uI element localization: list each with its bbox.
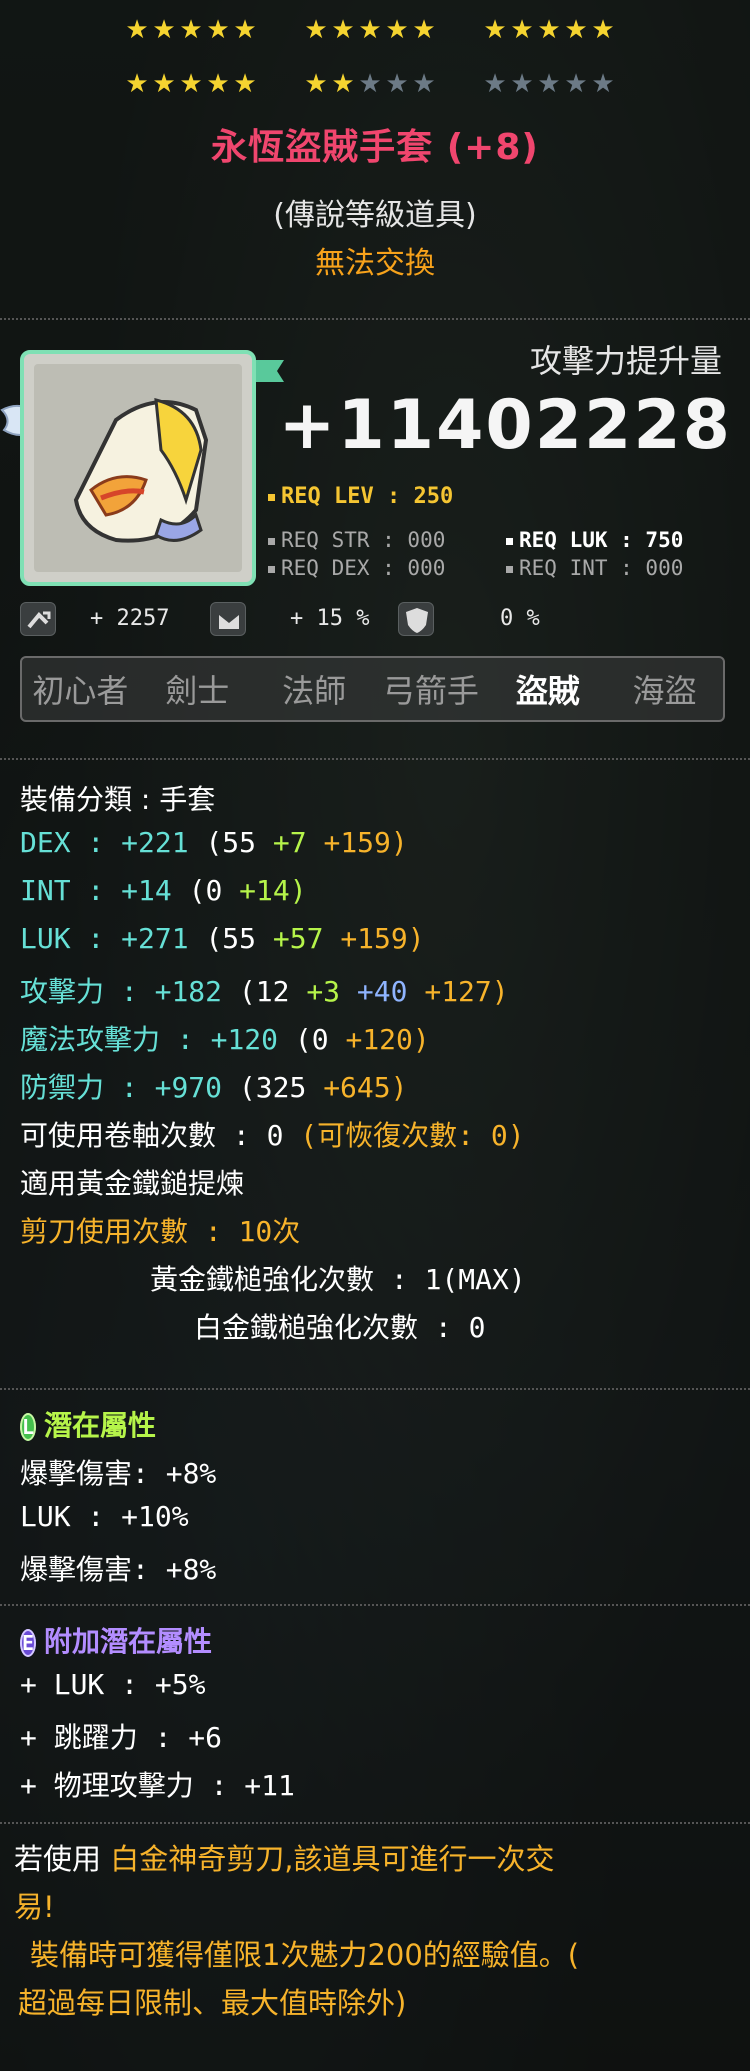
stat-magic-attack: 魔法攻擊力 : +120 (0 +120) bbox=[20, 1023, 430, 1056]
req-str: REQ STR : 000 bbox=[268, 528, 445, 552]
divider bbox=[0, 318, 750, 320]
star-empty-icon: ★ bbox=[510, 69, 534, 99]
additional-potential-header: E 附加潛在屬性 bbox=[20, 1625, 213, 1658]
potential-line: 爆擊傷害: +8% bbox=[20, 1457, 217, 1490]
divider bbox=[0, 1822, 750, 1824]
shield-icon bbox=[398, 602, 434, 636]
star-force-row: ★ ★ ★ ★ ★ ★ ★ ★ ★ ★ ★ ★ ★ ★ ★ bbox=[125, 15, 615, 45]
star-filled-icon: ★ bbox=[179, 15, 203, 45]
stat-attack: 攻擊力 : +182 (12 +3 +40 +127) bbox=[20, 975, 509, 1008]
star-filled-icon: ★ bbox=[331, 15, 355, 45]
star-filled-icon: ★ bbox=[233, 15, 257, 45]
star-empty-icon: ★ bbox=[412, 69, 436, 99]
additional-potential-line: + 物理攻擊力 : +11 bbox=[20, 1769, 295, 1802]
star-force-row: ★ ★ ★ ★ ★ ★ ★ ★ ★ ★ ★ ★ ★ ★ ★ bbox=[125, 69, 615, 99]
star-empty-icon: ★ bbox=[358, 69, 382, 99]
additional-potential-line: + 跳躍力 : +6 bbox=[20, 1721, 223, 1754]
star-filled-icon: ★ bbox=[537, 15, 561, 45]
star-filled-icon: ★ bbox=[125, 69, 149, 99]
platinum-hammer-count: 白金鐵槌強化次數 : 0 bbox=[194, 1311, 486, 1344]
job-5: 海盜 bbox=[632, 672, 697, 710]
star-empty-icon: ★ bbox=[591, 69, 615, 99]
star-filled-icon: ★ bbox=[385, 15, 409, 45]
star-group: ★ ★ ★ ★ ★ bbox=[304, 69, 436, 99]
job-0: 初心者 bbox=[32, 672, 129, 710]
divider bbox=[0, 758, 750, 760]
upgrade-icon bbox=[210, 602, 246, 636]
legendary-badge-icon: L bbox=[20, 1413, 37, 1441]
golden-hammer-count: 黃金鐵槌強化次數 : 1(MAX) bbox=[150, 1263, 526, 1296]
star-filled-icon: ★ bbox=[125, 15, 149, 45]
potential-header: L 潛在屬性 bbox=[20, 1409, 157, 1442]
star-group: ★ ★ ★ ★ ★ bbox=[304, 15, 436, 45]
star-filled-icon: ★ bbox=[152, 15, 176, 45]
item-icon-frame[interactable] bbox=[20, 350, 256, 586]
star-filled-icon: ★ bbox=[510, 15, 534, 45]
mini-stats-row: + 2257 + 15 % 0 % bbox=[20, 600, 720, 640]
star-filled-icon: ★ bbox=[206, 69, 230, 99]
divider bbox=[0, 1388, 750, 1390]
trade-status: 無法交換 bbox=[315, 246, 435, 281]
star-filled-icon: ★ bbox=[358, 15, 382, 45]
star-filled-icon: ★ bbox=[304, 69, 328, 99]
star-empty-icon: ★ bbox=[564, 69, 588, 99]
growth-icon bbox=[20, 602, 56, 636]
star-filled-icon: ★ bbox=[483, 15, 507, 45]
req-luk: REQ LUK : 750 bbox=[506, 528, 683, 552]
attack-boost-value: +11402228 bbox=[278, 386, 732, 465]
item-name: 永恆盜賊手套 (+8) bbox=[211, 127, 539, 168]
job-3: 弓箭手 bbox=[382, 672, 479, 710]
star-filled-icon: ★ bbox=[591, 15, 615, 45]
item-grade: (傳說等級道具) bbox=[273, 198, 477, 233]
potential-line: 爆擊傷害: +8% bbox=[20, 1553, 217, 1586]
attack-boost-label: 攻擊力提升量 bbox=[529, 342, 722, 380]
potential-line: LUK : +10% bbox=[20, 1500, 189, 1533]
star-filled-icon: ★ bbox=[412, 15, 436, 45]
scissor-notice: 若使用 白金神奇剪刀,該道具可進行一次交 bbox=[14, 1842, 555, 1876]
shield-value: 0 % bbox=[500, 606, 540, 631]
star-filled-icon: ★ bbox=[564, 15, 588, 45]
req-dex: REQ DEX : 000 bbox=[268, 556, 445, 580]
star-group: ★ ★ ★ ★ ★ bbox=[483, 15, 615, 45]
star-group: ★ ★ ★ ★ ★ bbox=[483, 69, 615, 99]
req-level: REQ LEV : 250 bbox=[268, 484, 453, 509]
hammer-applied: 適用黃金鐵鎚提煉 bbox=[20, 1167, 245, 1200]
star-empty-icon: ★ bbox=[483, 69, 507, 99]
star-filled-icon: ★ bbox=[206, 15, 230, 45]
growth-value: + 2257 bbox=[90, 606, 170, 631]
star-filled-icon: ★ bbox=[304, 15, 328, 45]
star-group: ★ ★ ★ ★ ★ bbox=[125, 69, 257, 99]
scroll-count: 可使用卷軸次數 : 0 (可恢復次數: 0) bbox=[20, 1119, 525, 1152]
job-2: 法師 bbox=[282, 672, 347, 710]
item-tooltip: ★ ★ ★ ★ ★ ★ ★ ★ ★ ★ ★ ★ ★ ★ ★ ★ ★ ★ ★ ★ ★ ★ ★ ★ ★ ★ ★ ★ ★ ★ 永恆盜賊手套 (… bbox=[0, 0, 750, 2071]
star-filled-icon: ★ bbox=[233, 69, 257, 99]
star-filled-icon: ★ bbox=[331, 69, 355, 99]
epic-badge-icon: E bbox=[20, 1629, 37, 1657]
upgrade-value: + 15 % bbox=[290, 606, 370, 631]
additional-potential-line: + LUK : +5% bbox=[20, 1668, 206, 1701]
star-empty-icon: ★ bbox=[385, 69, 409, 99]
star-group: ★ ★ ★ ★ ★ bbox=[125, 15, 257, 45]
stat-defense: 防禦力 : +970 (325 +645) bbox=[20, 1071, 408, 1104]
job-4: 盜賊 bbox=[515, 672, 580, 710]
glove-icon bbox=[73, 398, 209, 543]
stat-int: INT : +14 (0 +14) bbox=[20, 874, 307, 907]
flag-icon bbox=[256, 360, 284, 382]
charm-notice: 裝備時可獲得僅限1次魅力200的經驗值。( bbox=[30, 1938, 580, 1972]
job-1: 劍士 bbox=[165, 672, 230, 710]
stat-luk: LUK : +271 (55 +57 +159) bbox=[20, 922, 425, 955]
divider bbox=[0, 1604, 750, 1606]
equip-category: 裝備分類 : 手套 bbox=[20, 783, 216, 816]
req-int: REQ INT : 000 bbox=[506, 556, 683, 580]
job-bar: 初心者 劍士 法師 弓箭手 盜賊 海盜 bbox=[20, 656, 725, 722]
scissor-notice-cont: 易! bbox=[14, 1890, 55, 1924]
charm-notice-cont: 超過每日限制、最大值時除外) bbox=[18, 1986, 407, 2020]
scissors-count: 剪刀使用次數 : 10次 bbox=[20, 1215, 301, 1248]
stat-dex: DEX : +221 (55 +7 +159) bbox=[20, 826, 408, 859]
star-empty-icon: ★ bbox=[537, 69, 561, 99]
star-filled-icon: ★ bbox=[152, 69, 176, 99]
star-filled-icon: ★ bbox=[179, 69, 203, 99]
